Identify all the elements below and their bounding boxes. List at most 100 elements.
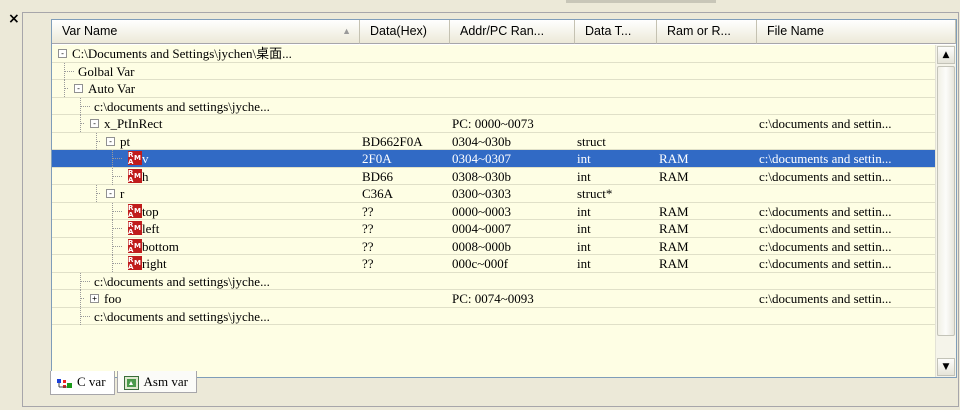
type-cell	[577, 290, 655, 307]
scroll-down-button[interactable]: ▼	[937, 358, 955, 376]
collapse-icon[interactable]: -	[106, 189, 115, 198]
table-row[interactable]: R A Mv 2F0A 0304~0307 int RAM c:\documents and …	[52, 150, 935, 168]
tab-c-var[interactable]: C var	[50, 371, 115, 395]
data-cell	[362, 80, 448, 97]
table-row[interactable]: R A Mh BD66 0308~030b int RAM c:\documents and …	[52, 167, 935, 185]
close-icon[interactable]: ×	[8, 12, 20, 26]
c-var-icon	[57, 375, 72, 388]
addr-cell: PC: 0000~0073	[452, 116, 534, 131]
var-name-label: Golbal Var	[78, 63, 135, 79]
table-row[interactable]: - C:\Documents and Settings\jychen\桌面...	[52, 45, 935, 63]
ram-cell	[659, 63, 755, 80]
ram-cell	[659, 273, 755, 290]
ram-cell: RAM	[659, 168, 689, 184]
addr-cell	[452, 308, 573, 325]
table-row[interactable]: - r C36A 0300~0303 struct*	[52, 185, 935, 203]
addr-cell: 0008~000b	[452, 238, 512, 254]
vertical-scrollbar[interactable]: ▲ ▼	[935, 45, 956, 377]
ram-icon-letter: A	[128, 245, 134, 254]
type-cell	[577, 45, 655, 62]
file-cell	[759, 133, 935, 150]
data-cell: ??	[362, 238, 374, 254]
type-cell	[577, 63, 655, 80]
file-cell	[759, 98, 935, 115]
ram-icon-letter: M	[134, 259, 141, 267]
column-header-4[interactable]: Ram or R...	[657, 20, 757, 44]
type-cell: struct*	[577, 186, 613, 201]
top-divider	[566, 0, 716, 3]
table-row[interactable]: c:\documents and settings\jyche...	[52, 272, 935, 290]
addr-cell: 0304~0307	[452, 151, 512, 166]
var-name-cell: R A Mleft	[52, 220, 352, 237]
type-cell	[577, 115, 655, 132]
type-cell: int	[577, 151, 591, 166]
file-cell: c:\documents and settin...	[759, 151, 892, 166]
var-name-label: bottom	[142, 238, 179, 254]
table-row[interactable]: R A Mleft?? 0004~0007 int RAM c:\documents and…	[52, 220, 935, 238]
table-row[interactable]: R A Mbottom?? 0008~000b int RAM c:\documents a…	[52, 237, 935, 255]
var-name-cell: R A Mtop	[52, 202, 352, 220]
file-cell	[759, 185, 935, 202]
addr-cell: 0000~0003	[452, 203, 512, 219]
expand-icon[interactable]: +	[90, 294, 99, 303]
column-header-3[interactable]: Data T...	[575, 20, 657, 44]
var-name-cell: c:\documents and settings\jyche...	[52, 97, 352, 115]
var-name-cell: - pt	[52, 132, 352, 150]
variable-list[interactable]: Var Name ▲ Data(Hex) Addr/PC Ran... Data T..…	[51, 19, 957, 378]
tab-asm-var[interactable]: Asm var	[116, 371, 197, 393]
ram-cell: RAM	[659, 203, 689, 219]
var-name-label: top	[142, 203, 159, 219]
var-name-label: h	[142, 168, 149, 184]
var-name-cell: - C:\Documents and Settings\jychen\桌面...	[52, 45, 352, 62]
addr-cell: PC: 0074~0093	[452, 291, 534, 306]
column-header-label: Addr/PC Ran...	[460, 24, 545, 38]
column-header-0[interactable]: Var Name ▲	[52, 20, 360, 44]
file-cell	[759, 80, 935, 97]
type-cell	[577, 273, 655, 290]
column-header-label: Data(Hex)	[370, 24, 427, 38]
data-cell	[362, 98, 448, 115]
column-header-5[interactable]: File Name	[757, 20, 956, 44]
table-row[interactable]: R A Mright?? 000c~000f int RAM c:\documents an…	[52, 255, 935, 273]
data-cell: C36A	[362, 186, 394, 201]
table-row[interactable]: - pt BD662F0A 0304~030b struct	[52, 132, 935, 150]
data-cell: ??	[362, 203, 374, 219]
addr-cell	[452, 273, 573, 290]
ram-cell	[659, 115, 755, 132]
var-name-label: r	[120, 186, 125, 201]
ram-cell	[659, 185, 755, 202]
collapse-icon[interactable]: -	[58, 49, 67, 58]
ram-icon-letter: A	[128, 228, 134, 236]
column-header-1[interactable]: Data(Hex)	[360, 20, 450, 44]
ram-icon-letter: M	[134, 224, 141, 232]
column-header-2[interactable]: Addr/PC Ran...	[450, 20, 575, 44]
table-row[interactable]: R A Mtop?? 0000~0003 int RAM c:\documents and …	[52, 202, 935, 220]
table-row[interactable]: - Auto Var	[52, 80, 935, 98]
var-name-label: v	[142, 151, 149, 166]
collapse-icon[interactable]: -	[90, 119, 99, 128]
collapse-icon[interactable]: -	[74, 84, 83, 93]
data-cell: BD66	[362, 168, 394, 184]
file-cell: c:\documents and settin...	[759, 203, 892, 219]
file-cell	[759, 273, 935, 290]
scroll-up-button[interactable]: ▲	[937, 46, 955, 64]
column-header-label: Data T...	[585, 24, 632, 38]
table-row[interactable]: c:\documents and settings\jyche...	[52, 97, 935, 115]
type-cell: int	[577, 203, 591, 219]
table-row[interactable]: + foo PC: 0074~0093 c:\documents and settin…	[52, 290, 935, 308]
table-row[interactable]: c:\documents and settings\jyche...	[52, 307, 935, 325]
file-cell	[759, 45, 935, 62]
var-name-cell: - Auto Var	[52, 80, 352, 97]
collapse-icon[interactable]: -	[106, 136, 115, 146]
table-row[interactable]: - x_PtInRect PC: 0000~0073 c:\documents and…	[52, 115, 935, 133]
table-row[interactable]: Golbal Var	[52, 62, 935, 80]
addr-cell	[452, 98, 573, 115]
data-cell	[362, 290, 448, 307]
ram-icon-letter: M	[134, 171, 141, 180]
scroll-thumb[interactable]	[937, 66, 955, 336]
file-cell: c:\documents and settin...	[759, 116, 892, 131]
var-name-label: c:\documents and settings\jyche...	[94, 98, 270, 114]
ram-cell	[659, 80, 755, 97]
tab-label: Asm var	[143, 374, 188, 389]
ram-variable-icon: RAM	[128, 256, 142, 271]
